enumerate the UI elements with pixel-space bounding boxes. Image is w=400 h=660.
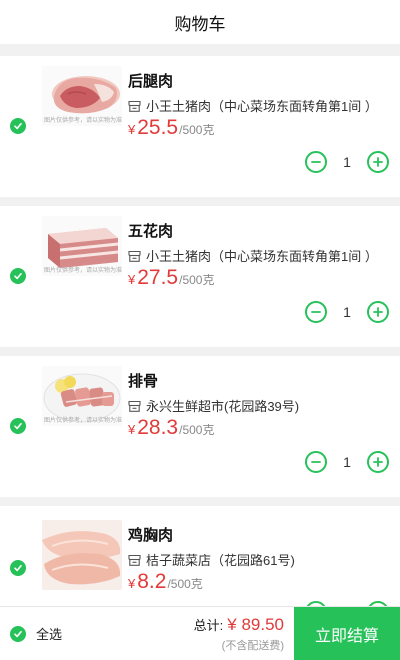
select-all-label: 全选 xyxy=(36,627,63,642)
quantity-value[interactable]: 1 xyxy=(327,154,367,170)
price-value: 28.3 xyxy=(137,416,179,439)
top-bar: 购物车 xyxy=(0,0,400,44)
price-value: 25.5 xyxy=(137,116,179,139)
minus-icon xyxy=(311,311,321,313)
checkout-button[interactable]: 立即结算 xyxy=(294,607,400,660)
quantity-stepper: 1 xyxy=(305,451,389,473)
delivery-note: (不含配送费) xyxy=(221,640,284,652)
product-image[interactable]: 图片仅供参考，请以实物为准 xyxy=(42,66,122,126)
shop-info[interactable]: 小王土猪肉（中心菜场东面转角第1间 ） xyxy=(128,96,378,115)
quantity-value[interactable]: 1 xyxy=(327,454,367,470)
product-name[interactable]: 五花肉 xyxy=(128,220,173,241)
currency-symbol: ¥ xyxy=(128,122,136,137)
cart-list[interactable]: 图片仅供参考，请以实物为准 后腿肉 小王土猪肉（中心菜场东面转角第1间 ） ¥ … xyxy=(0,44,400,606)
total-amount: ¥ 89.50 xyxy=(227,615,284,634)
plus-icon xyxy=(373,457,383,467)
decrease-quantity-button[interactable] xyxy=(305,301,327,323)
check-icon xyxy=(14,422,22,430)
product-name[interactable]: 后腿肉 xyxy=(128,70,173,91)
product-name[interactable]: 排骨 xyxy=(128,370,158,391)
minus-icon xyxy=(311,161,321,163)
product-price: ¥ 8.2 /500克 xyxy=(128,570,203,594)
check-icon xyxy=(14,564,22,572)
item-select-checkbox[interactable] xyxy=(10,118,26,134)
cart-item: 鸡胸肉 桔子蔬菜店（花园路61号) ¥ 8.2 /500克 1 xyxy=(0,506,400,606)
select-all-checkbox[interactable] xyxy=(10,625,26,642)
decrease-quantity-button[interactable] xyxy=(305,151,327,173)
currency-symbol: ¥ xyxy=(128,422,136,437)
minus-icon xyxy=(311,461,321,463)
product-image[interactable] xyxy=(42,520,122,590)
item-select-checkbox[interactable] xyxy=(10,418,26,434)
quantity-stepper: 1 xyxy=(305,151,389,173)
total-label: 总计: xyxy=(193,618,224,633)
image-disclaimer: 图片仅供参考，请以实物为准 xyxy=(44,418,122,424)
plus-icon xyxy=(373,307,383,317)
check-icon xyxy=(14,272,22,280)
product-price: ¥ 25.5 /500克 xyxy=(128,116,214,140)
image-disclaimer: 图片仅供参考，请以实物为准 xyxy=(44,268,122,274)
store-icon xyxy=(128,100,141,112)
cart-item: 图片仅供参考，请以实物为准 五花肉 小王土猪肉（中心菜场东面转角第1间 ） ¥ … xyxy=(0,206,400,347)
shop-name: 小王土猪肉（中心菜场东面转角第1间 ） xyxy=(146,249,378,264)
shop-name: 桔子蔬菜店（花园路61号) xyxy=(146,553,295,568)
check-icon xyxy=(14,630,22,637)
shop-name: 永兴生鲜超市(花园路39号) xyxy=(146,399,300,414)
currency-symbol: ¥ xyxy=(128,576,136,591)
image-disclaimer: 图片仅供参考，请以实物为准 xyxy=(44,118,122,124)
store-icon xyxy=(128,250,141,262)
price-value: 8.2 xyxy=(137,570,167,593)
price-unit: /500克 xyxy=(167,577,203,591)
product-price: ¥ 27.5 /500克 xyxy=(128,266,214,290)
check-icon xyxy=(14,122,22,130)
product-image[interactable]: 图片仅供参考，请以实物为准 xyxy=(42,216,122,276)
currency-symbol: ¥ xyxy=(128,272,136,287)
decrease-quantity-button[interactable] xyxy=(305,451,327,473)
shop-info[interactable]: 桔子蔬菜店（花园路61号) xyxy=(128,550,295,569)
store-icon xyxy=(128,554,141,566)
increase-quantity-button[interactable] xyxy=(367,451,389,473)
shop-name: 小王土猪肉（中心菜场东面转角第1间 ） xyxy=(146,99,378,114)
product-image[interactable]: 图片仅供参考，请以实物为准 xyxy=(42,366,122,426)
cart-footer: 全选 总计: ¥ 89.50 (不含配送费) 立即结算 xyxy=(0,606,400,660)
increase-quantity-button[interactable] xyxy=(367,151,389,173)
price-unit: /500克 xyxy=(179,123,215,137)
quantity-stepper: 1 xyxy=(305,301,389,323)
cart-item: 图片仅供参考，请以实物为准 排骨 永兴生鲜超市(花园路39号) ¥ 28.3 /… xyxy=(0,356,400,497)
item-select-checkbox[interactable] xyxy=(10,560,26,576)
item-select-checkbox[interactable] xyxy=(10,268,26,284)
plus-icon xyxy=(373,157,383,167)
price-unit: /500克 xyxy=(179,423,215,437)
cart-total: 总计: ¥ 89.50 (不含配送费) xyxy=(194,615,284,653)
shop-info[interactable]: 小王土猪肉（中心菜场东面转角第1间 ） xyxy=(128,246,378,265)
price-unit: /500克 xyxy=(179,273,215,287)
cart-item: 图片仅供参考，请以实物为准 后腿肉 小王土猪肉（中心菜场东面转角第1间 ） ¥ … xyxy=(0,56,400,197)
price-value: 27.5 xyxy=(137,266,179,289)
product-price: ¥ 28.3 /500克 xyxy=(128,416,214,440)
shop-info[interactable]: 永兴生鲜超市(花园路39号) xyxy=(128,396,299,415)
store-icon xyxy=(128,400,141,412)
product-name[interactable]: 鸡胸肉 xyxy=(128,524,173,545)
increase-quantity-button[interactable] xyxy=(367,301,389,323)
quantity-value[interactable]: 1 xyxy=(327,304,367,320)
select-all-toggle[interactable]: 全选 xyxy=(10,624,62,643)
page-title: 购物车 xyxy=(174,14,226,34)
